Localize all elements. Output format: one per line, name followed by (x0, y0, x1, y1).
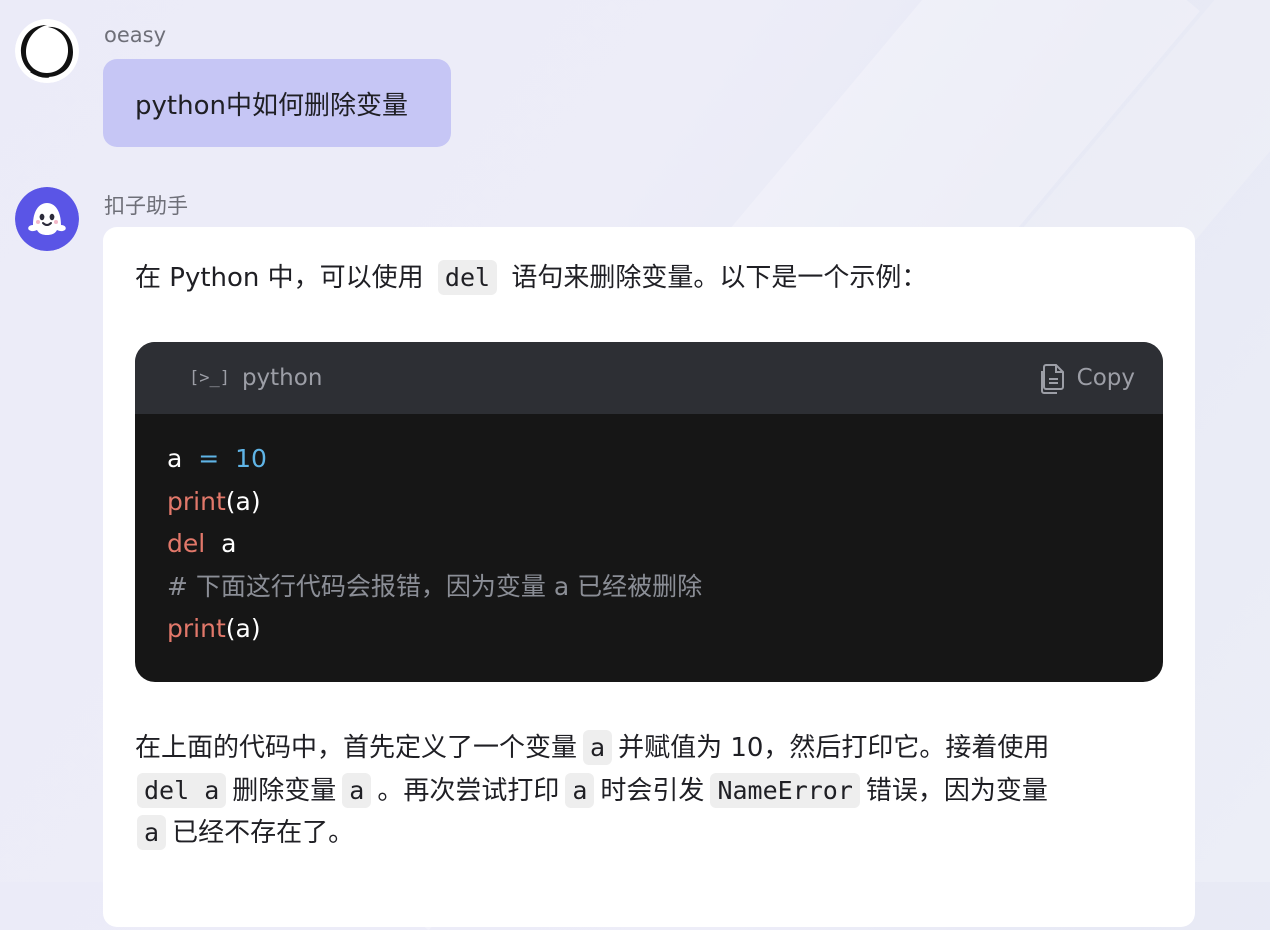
code-body: a = 10 print(a) del a # 下面这行代码会报错，因为变量 a… (135, 414, 1163, 651)
text: 错误，因为变量 (865, 775, 1048, 806)
inline-code: a (583, 730, 613, 765)
text: 时会引发 (600, 775, 705, 806)
code-number: 10 (235, 444, 267, 473)
text: 并赋值为 10，然后打印它。接着使用 (618, 733, 1050, 763)
user-name: oeasy (104, 23, 167, 47)
bot-message-bubble: 在 Python 中，可以使用 del 语句来删除变量。以下是一个示例： [>_… (103, 227, 1195, 927)
inline-code: a (137, 815, 167, 850)
code-header: [>_] python Copy (135, 342, 1163, 414)
bot-avatar[interactable] (15, 187, 79, 251)
code-function: print (167, 486, 226, 516)
user-message-bubble: python中如何删除变量 (103, 59, 451, 147)
bot-paragraph-explanation: 在上面的代码中，首先定义了一个变量 a 并赋值为 10，然后打印它。接着使用 del … (135, 727, 1165, 855)
code-language: [>_] python (189, 365, 322, 391)
code-var: a (167, 444, 183, 473)
code-block: [>_] python Copy a = 10 print(a) del a #… (135, 342, 1163, 682)
inline-code: del (437, 260, 498, 295)
text: 已经不存在了。 (172, 818, 355, 848)
user-avatar[interactable] (15, 19, 79, 83)
copy-label: Copy (1076, 365, 1135, 391)
text: 语句来删除变量。以下是一个示例： (511, 263, 928, 293)
code-args: (a) (225, 486, 261, 516)
inline-code: del a (137, 772, 227, 808)
code-language-label: python (241, 365, 323, 391)
code-comment: # 下面这行代码会报错，因为变量 a 已经被删除 (167, 571, 703, 601)
text: 在上面的代码中，首先定义了一个变量 (135, 733, 578, 763)
text: 删除变量 (232, 775, 337, 806)
bot-name: 扣子助手 (104, 194, 188, 218)
inline-code: a (342, 772, 372, 808)
code-function: print (167, 614, 226, 643)
inline-code: NameError (710, 772, 860, 808)
code-keyword: del (167, 529, 206, 558)
copy-button[interactable]: Copy (1039, 362, 1135, 394)
terminal-icon: [>_] (189, 368, 230, 388)
text: 在 Python 中，可以使用 (135, 263, 424, 293)
code-line: print(a) (167, 481, 1131, 524)
code-operator: = (198, 444, 220, 473)
code-line: print(a) (167, 608, 1131, 651)
inline-code: a (565, 772, 595, 808)
code-line: a = 10 (167, 438, 1131, 481)
text: 。再次尝试打印 (377, 775, 560, 806)
bot-paragraph-intro: 在 Python 中，可以使用 del 语句来删除变量。以下是一个示例： (135, 257, 928, 295)
code-var: a (221, 529, 237, 558)
code-line: del a (167, 523, 1131, 566)
copy-icon (1040, 364, 1064, 394)
code-args: (a) (225, 614, 261, 643)
